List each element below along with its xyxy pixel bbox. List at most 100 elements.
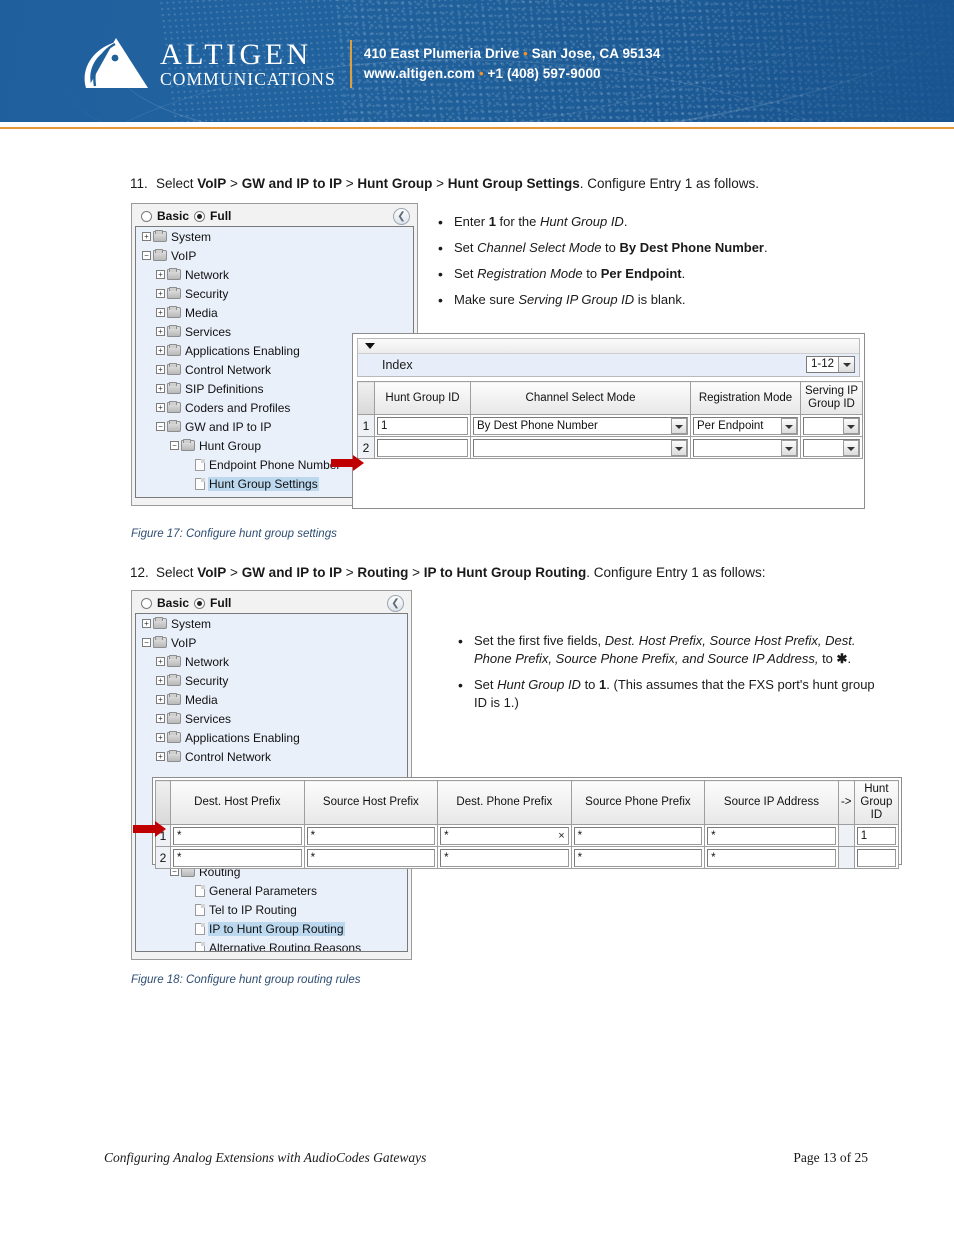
bullet-text-fragment: for the	[495, 214, 540, 229]
chevron-down-icon-index[interactable]	[838, 357, 854, 372]
dest-host-prefix-input[interactable]: *	[173, 826, 302, 845]
dest-phone-prefix-input[interactable]: *	[440, 848, 569, 867]
tree-item-network[interactable]: + Network	[136, 652, 407, 671]
routing-hunt-group-id-input[interactable]	[856, 848, 896, 867]
expand-icon[interactable]: +	[156, 657, 165, 666]
tree-item-voip[interactable]: − VoIP	[136, 246, 413, 265]
expand-icon[interactable]: +	[156, 733, 165, 742]
source-host-prefix-input[interactable]: *	[306, 826, 436, 845]
expand-icon[interactable]: +	[156, 270, 165, 279]
table-row: 2	[357, 436, 863, 459]
expand-icon[interactable]: +	[156, 365, 165, 374]
step-11-pre: Select	[156, 176, 198, 191]
logo-primary-text: ALTIGEN	[160, 37, 312, 71]
tree-item-media[interactable]: + Media	[136, 690, 407, 709]
tree-item-voip[interactable]: − VoIP	[136, 633, 407, 652]
expand-icon[interactable]: +	[156, 289, 165, 298]
chevron-down-icon[interactable]	[671, 439, 687, 456]
expand-icon[interactable]: +	[156, 403, 165, 412]
channel-select-mode-select[interactable]	[473, 438, 688, 457]
tree-item-label: Applications Enabling	[185, 343, 300, 358]
collapse-panel-icon-2[interactable]: ❮	[387, 595, 404, 612]
collapse-icon[interactable]: −	[142, 251, 151, 260]
source-host-prefix-input[interactable]: *	[306, 848, 436, 867]
collapse-icon[interactable]: −	[156, 422, 165, 431]
bullet-text-fragment: Make sure	[454, 292, 519, 307]
expand-icon[interactable]: +	[156, 676, 165, 685]
folder-icon	[167, 749, 181, 762]
step-12-post: . Configure Entry 1 as follows:	[586, 565, 766, 580]
address-street: 410 East Plumeria Drive	[363, 46, 520, 61]
header-website[interactable]: www.altigen.com	[364, 66, 475, 81]
tree-item-label: Control Network	[185, 749, 272, 764]
navigation-tree-panel-2: Basic Full ❮ + System − VoIP + Network + Securi…	[131, 590, 412, 960]
registration-mode-select[interactable]	[693, 438, 798, 457]
footer-page-number: Page 13 of 25	[793, 1150, 868, 1165]
col-dest-host-prefix-label: Dest. Host Prefix	[194, 796, 281, 808]
radio-full-2[interactable]	[194, 597, 206, 609]
expand-icon[interactable]: +	[156, 308, 165, 317]
chevron-down-icon[interactable]	[843, 439, 859, 456]
bullet-separator-icon: •	[523, 46, 528, 61]
footer-document-title: Configuring Analog Extensions with Audio…	[104, 1150, 427, 1165]
expand-icon[interactable]: +	[156, 695, 165, 704]
radio-full-1[interactable]	[194, 210, 206, 222]
bullet-text-fragment: to	[580, 677, 600, 692]
source-phone-prefix-input[interactable]: *	[573, 848, 703, 867]
dest-phone-prefix-input[interactable]: * ×	[440, 826, 569, 845]
tree-item-general-parameters[interactable]: General Parameters	[136, 881, 407, 900]
collapse-icon[interactable]: −	[142, 638, 151, 647]
col-registration-mode-label: Registration Mode	[698, 391, 793, 404]
index-collapse-bar-1[interactable]	[358, 339, 859, 354]
chevron-down-icon[interactable]	[671, 417, 687, 434]
expand-icon[interactable]: +	[142, 232, 151, 241]
channel-select-mode-select[interactable]: By Dest Phone Number	[473, 416, 688, 435]
expand-icon[interactable]: +	[156, 327, 165, 336]
source-phone-prefix-input[interactable]: *	[573, 826, 703, 845]
bullet-text-fragment: .	[623, 214, 628, 229]
expand-icon[interactable]: +	[156, 346, 165, 355]
tree-item-security[interactable]: + Security	[136, 671, 407, 690]
expand-icon[interactable]: +	[156, 714, 165, 723]
bullet-text-fragment: to	[601, 240, 620, 255]
collapse-icon[interactable]: −	[170, 441, 179, 450]
col-hunt-line-2: Group	[860, 796, 893, 808]
tree-item-services[interactable]: + Services	[136, 709, 407, 728]
tree-item-applications-enabling[interactable]: + Applications Enabling	[136, 728, 407, 747]
chevron-down-icon[interactable]	[781, 439, 797, 456]
tree-item-control-network[interactable]: + Control Network	[136, 747, 407, 766]
routing-hunt-group-id-input[interactable]: 1	[856, 826, 896, 845]
logo-divider	[349, 40, 352, 88]
expand-icon[interactable]: +	[156, 752, 165, 761]
source-ip-address-input[interactable]: *	[707, 848, 836, 867]
hunt-group-id-input[interactable]: 1	[377, 416, 468, 435]
hunt-group-settings-panel: Index 1-12 Hunt Group ID Channel Select …	[352, 333, 865, 509]
tree-item-alternative-routing-reasons[interactable]: Alternative Routing Reasons	[136, 938, 407, 951]
tree-item-network[interactable]: + Network	[136, 265, 413, 284]
tree-item-tel-to-ip-routing[interactable]: Tel to IP Routing	[136, 900, 407, 919]
collapse-panel-icon-1[interactable]: ❮	[393, 208, 410, 225]
radio-basic-2[interactable]	[141, 597, 152, 609]
clear-field-icon[interactable]: ×	[558, 828, 564, 844]
tree-item-security[interactable]: + Security	[136, 284, 413, 303]
table-corner-cell-1	[357, 381, 375, 415]
dest-host-prefix-input[interactable]: *	[173, 848, 302, 867]
tree-item-media[interactable]: + Media	[136, 303, 413, 322]
index-range-select[interactable]: 1-12	[805, 356, 855, 373]
header-address-line: 410 East Plumeria Drive • San Jose, CA 9…	[364, 44, 661, 64]
step-12-sep-2: >	[341, 565, 358, 580]
tree-item-system[interactable]: + System	[136, 227, 413, 246]
serving-ip-group-id-select[interactable]	[803, 416, 860, 435]
chevron-down-icon[interactable]	[843, 417, 859, 434]
expand-icon[interactable]: +	[156, 384, 165, 393]
caret-down-icon-1[interactable]	[365, 343, 375, 349]
source-ip-address-input[interactable]: *	[707, 826, 836, 845]
radio-basic-1[interactable]	[141, 210, 152, 222]
chevron-down-icon[interactable]	[781, 417, 797, 434]
tree-item-ip-to-hunt-group-routing[interactable]: IP to Hunt Group Routing	[136, 919, 407, 938]
hunt-group-id-input[interactable]	[377, 438, 468, 457]
tree-item-system[interactable]: + System	[136, 614, 407, 633]
registration-mode-select[interactable]: Per Endpoint	[693, 416, 798, 435]
expand-icon[interactable]: +	[142, 619, 151, 628]
serving-ip-group-id-select[interactable]	[803, 438, 860, 457]
